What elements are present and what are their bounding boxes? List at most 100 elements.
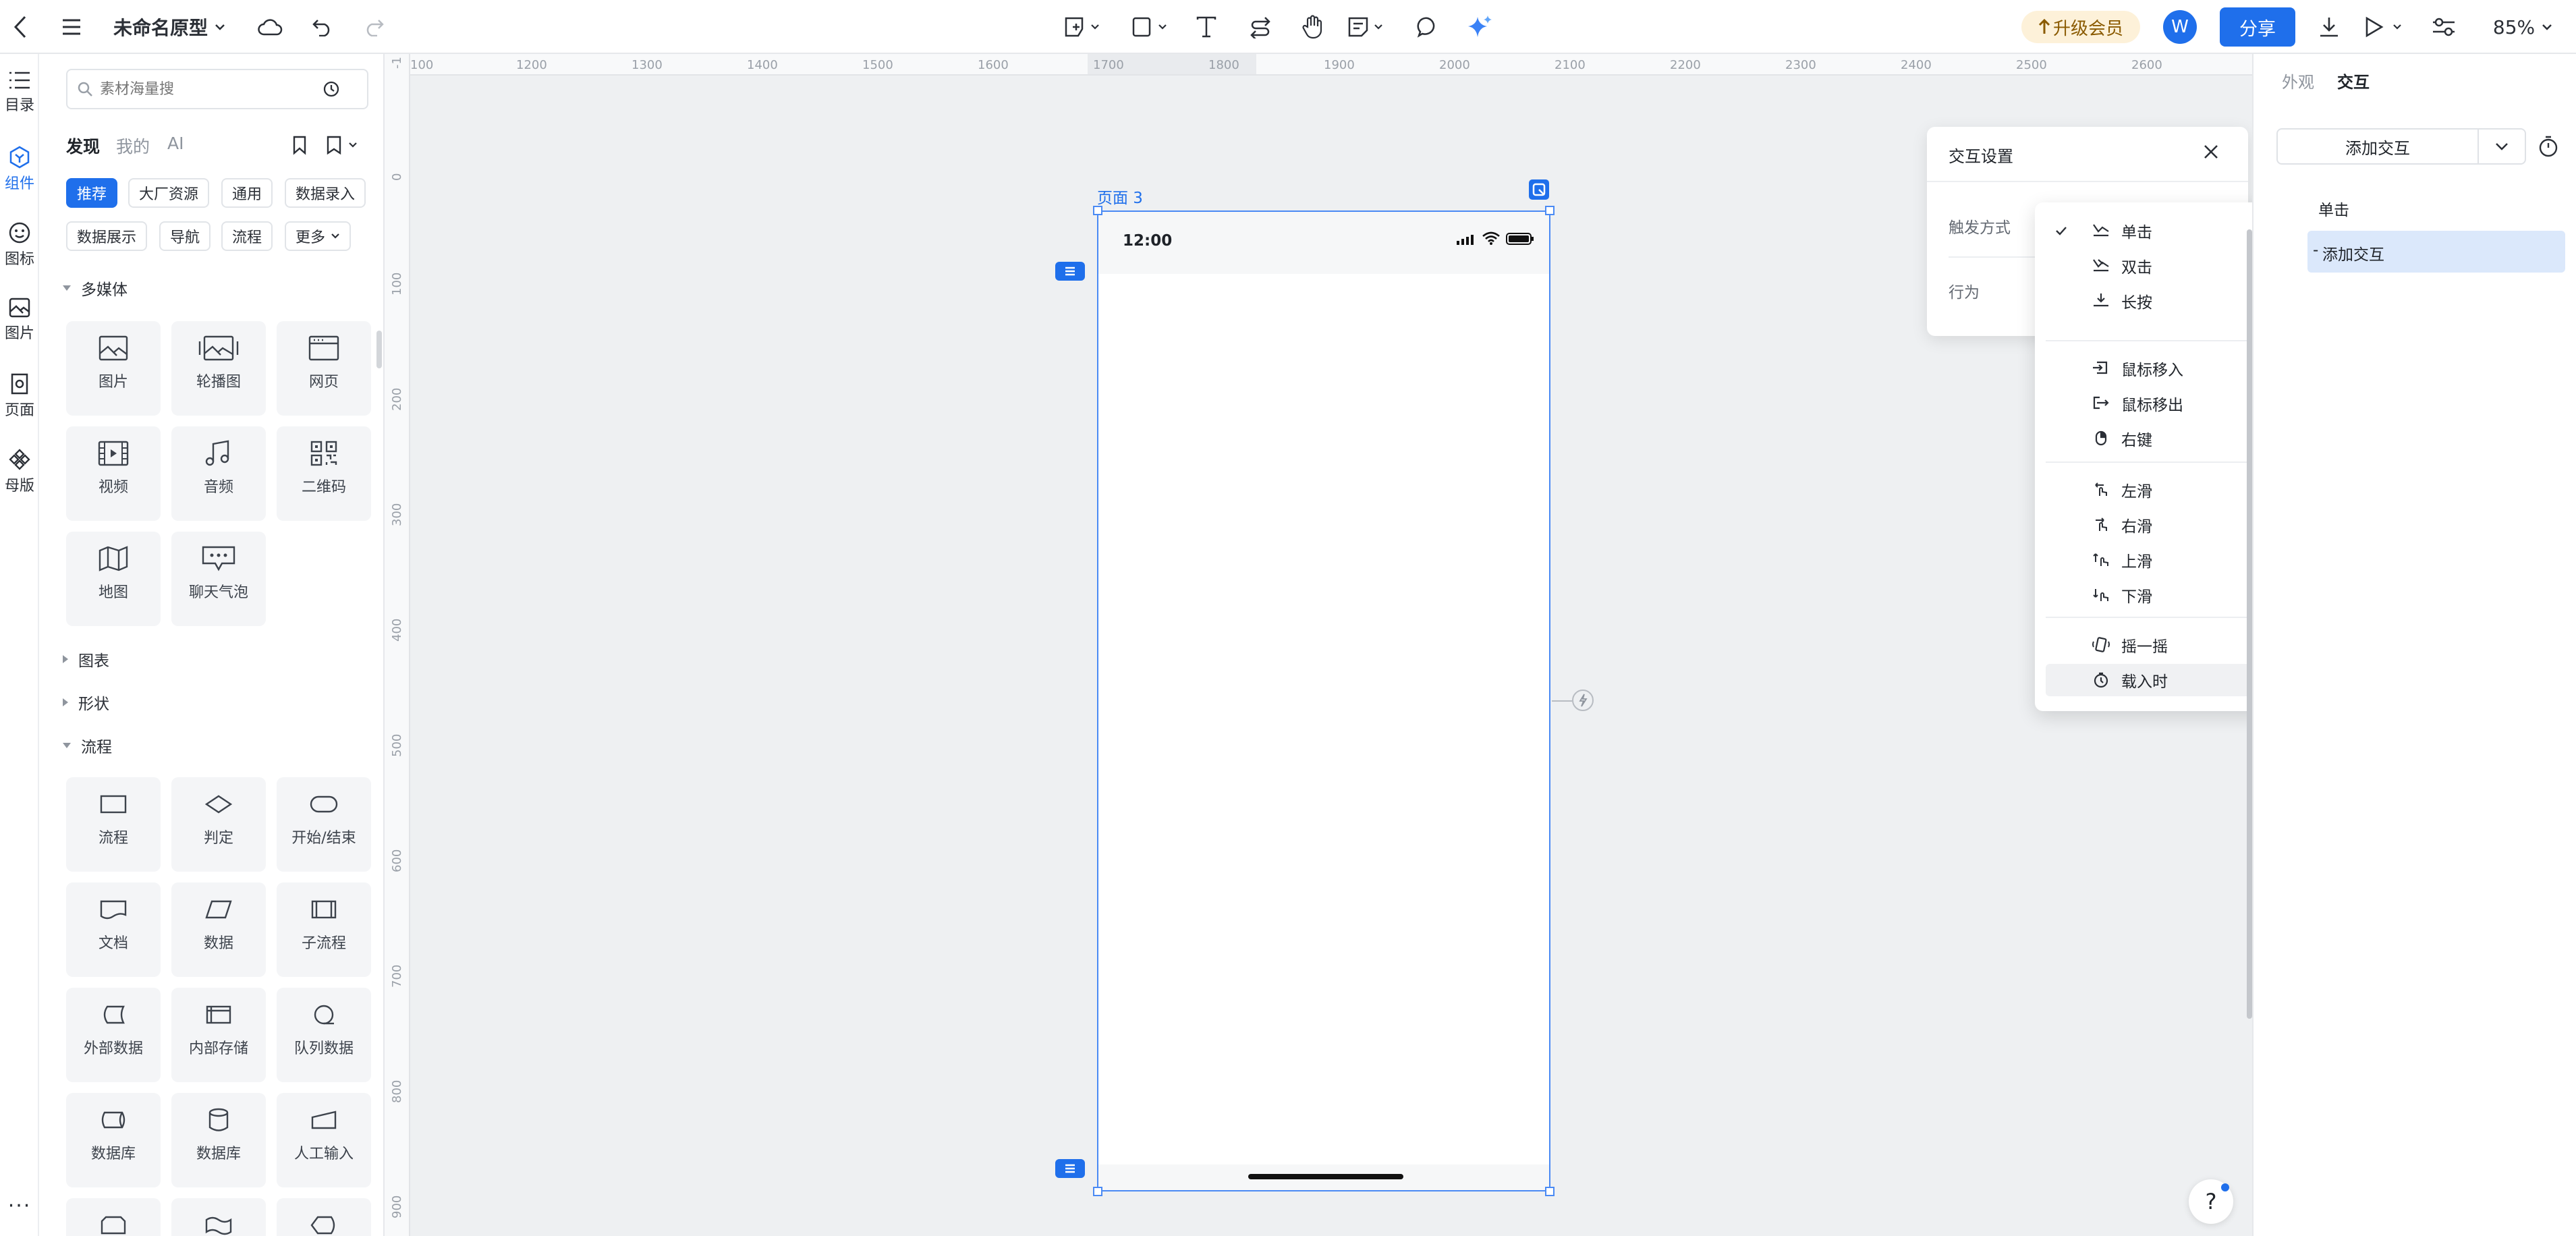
resize-handle-bl[interactable] xyxy=(1093,1187,1102,1196)
help-button[interactable]: ? xyxy=(2189,1179,2233,1224)
rail-item-pages[interactable]: 页面 xyxy=(0,372,39,420)
rail-item-icons[interactable]: 图标 xyxy=(0,221,39,269)
home-indicator-area xyxy=(1098,1164,1549,1190)
tile-manual-input[interactable]: 人工输入 xyxy=(277,1093,371,1187)
rail-item-components[interactable]: 组件 xyxy=(0,146,39,193)
resize-handle-tl[interactable] xyxy=(1093,206,1102,215)
frame-link-icon[interactable] xyxy=(1529,179,1549,200)
save-library-icon[interactable] xyxy=(325,135,360,155)
shape-tool-icon[interactable] xyxy=(1129,8,1173,46)
tile-map[interactable]: 地图 xyxy=(66,532,161,626)
tile-audio[interactable]: 音频 xyxy=(171,426,266,521)
note-tool-icon[interactable] xyxy=(1345,8,1389,46)
tile-process[interactable]: 流程 xyxy=(66,777,161,872)
comment-tool-icon[interactable] xyxy=(1414,8,1441,46)
tile-partial-b[interactable] xyxy=(171,1198,266,1236)
close-icon[interactable] xyxy=(2202,143,2220,161)
search-input[interactable] xyxy=(100,80,323,98)
back-icon[interactable] xyxy=(7,8,34,46)
tile-webpage[interactable]: 网页 xyxy=(277,321,371,416)
tab-appearance[interactable]: 外观 xyxy=(2282,69,2314,92)
tab-interaction[interactable]: 交互 xyxy=(2337,69,2370,92)
interaction-marker-icon[interactable] xyxy=(1055,262,1085,281)
canvas-scrollbar[interactable] xyxy=(2247,229,2252,1019)
user-avatar[interactable]: W xyxy=(2163,10,2197,44)
section-multimedia[interactable]: 多媒体 xyxy=(62,277,128,300)
tile-database-b[interactable]: 数据库 xyxy=(171,1093,266,1187)
rail-item-masters[interactable]: 母版 xyxy=(0,448,39,495)
settings-sliders-icon[interactable] xyxy=(2429,8,2459,46)
add-action-row[interactable]: - 添加交互 xyxy=(2307,231,2565,273)
bookmark-icon[interactable] xyxy=(291,135,308,155)
tab-discover[interactable]: 发现 xyxy=(66,134,100,158)
upgrade-button[interactable]: 升级会员 xyxy=(2021,11,2140,43)
tile-queue-data[interactable]: 队列数据 xyxy=(277,988,371,1082)
tile-qrcode[interactable]: 二维码 xyxy=(277,426,371,521)
document-title[interactable]: 未命名原型 xyxy=(113,8,235,46)
chip-data-entry[interactable]: 数据录入 xyxy=(285,178,366,208)
tile-document[interactable]: 文档 xyxy=(66,882,161,977)
menu-icon[interactable] xyxy=(58,8,85,46)
interaction-marker-icon[interactable] xyxy=(1055,1159,1085,1178)
tab-mine[interactable]: 我的 xyxy=(116,134,150,158)
preview-play-icon[interactable] xyxy=(2361,8,2409,46)
tile-database-a[interactable]: 数据库 xyxy=(66,1093,161,1187)
tile-label: 数据库 xyxy=(90,1146,136,1162)
rail-item-images[interactable]: 图片 xyxy=(0,297,39,343)
chip-recommended[interactable]: 推荐 xyxy=(66,178,118,208)
tile-image[interactable]: 图片 xyxy=(66,321,161,416)
tile-decision[interactable]: 判定 xyxy=(171,777,266,872)
tile-carousel[interactable]: 轮播图 xyxy=(171,321,266,416)
arrow-up-icon xyxy=(2038,19,2050,34)
tile-subprocess[interactable]: 子流程 xyxy=(277,882,371,977)
tile-partial-a[interactable] xyxy=(66,1198,161,1236)
add-interaction-button[interactable]: 添加交互 xyxy=(2276,128,2479,165)
download-icon[interactable] xyxy=(2314,8,2344,46)
timer-icon[interactable] xyxy=(2537,135,2560,158)
chip-navigation[interactable]: 导航 xyxy=(159,221,211,251)
ruler-tick-label: 1200 xyxy=(516,58,547,72)
tile-label: 视频 xyxy=(98,479,128,496)
tile-video[interactable]: 视频 xyxy=(66,426,161,521)
tile-label: 判定 xyxy=(203,830,233,847)
text-tool-icon[interactable] xyxy=(1193,8,1220,46)
undo-icon[interactable] xyxy=(309,8,336,46)
share-button[interactable]: 分享 xyxy=(2220,7,2295,47)
tile-external-data[interactable]: 外部数据 xyxy=(66,988,161,1082)
section-flow[interactable]: 流程 xyxy=(62,734,112,757)
add-page-tool-icon[interactable] xyxy=(1062,8,1105,46)
library-scrollbar[interactable] xyxy=(376,331,382,368)
tile-internal-storage[interactable]: 内部存储 xyxy=(171,988,266,1082)
cloud-sync-icon[interactable] xyxy=(255,8,285,46)
hand-tool-icon[interactable] xyxy=(1299,8,1326,46)
section-chart[interactable]: 图表 xyxy=(62,648,109,671)
redo-icon[interactable] xyxy=(360,8,387,46)
chip-flow[interactable]: 流程 xyxy=(221,221,273,251)
history-icon[interactable] xyxy=(323,80,340,98)
phone-frame[interactable]: 12:00 xyxy=(1097,210,1550,1191)
tile-partial-c[interactable] xyxy=(277,1198,371,1236)
section-shape[interactable]: 形状 xyxy=(62,691,109,714)
tab-ai[interactable]: AI xyxy=(167,134,184,153)
chip-data-display[interactable]: 数据展示 xyxy=(66,221,148,251)
chip-big-resources[interactable]: 大厂资源 xyxy=(128,178,210,208)
more-icon[interactable]: ··· xyxy=(0,1194,39,1218)
right-click-icon xyxy=(2095,430,2107,446)
resize-handle-tr[interactable] xyxy=(1545,206,1555,215)
event-title[interactable]: 单击 xyxy=(2318,197,2349,220)
tile-start-end[interactable]: 开始/结束 xyxy=(277,777,371,872)
tile-chat-bubble[interactable]: 聊天气泡 xyxy=(171,532,266,626)
add-interaction-dropdown[interactable] xyxy=(2477,128,2526,165)
zoom-control[interactable]: 85% xyxy=(2486,8,2560,46)
resize-handle-br[interactable] xyxy=(1545,1187,1555,1196)
connector-tool-icon[interactable] xyxy=(1247,8,1274,46)
chip-general[interactable]: 通用 xyxy=(221,178,273,208)
lightning-connector-icon[interactable] xyxy=(1572,690,1594,711)
shake-icon xyxy=(2092,637,2110,652)
rail-item-outline[interactable]: 目录 xyxy=(0,70,39,115)
tile-data[interactable]: 数据 xyxy=(171,882,266,977)
chip-more[interactable]: 更多 xyxy=(285,221,352,251)
ai-sparkle-icon[interactable] xyxy=(1465,8,1495,46)
frame-label[interactable]: 页面 3 xyxy=(1097,185,1143,208)
trigger-option-label: 右键 xyxy=(2121,432,2152,449)
